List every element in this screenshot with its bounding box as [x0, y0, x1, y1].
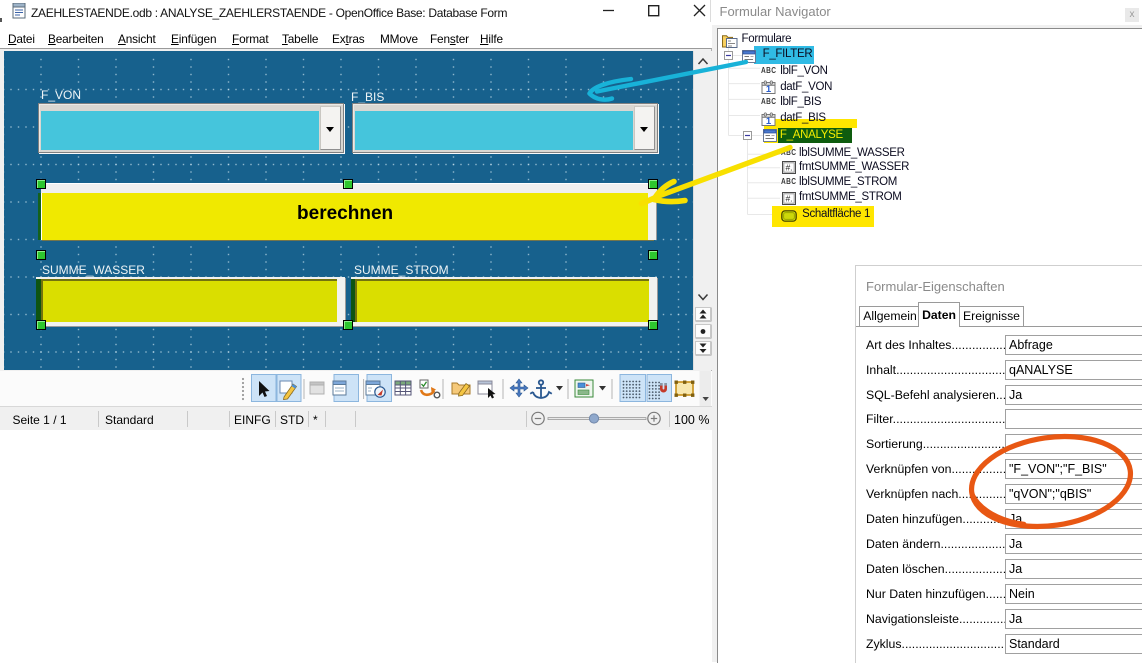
svg-text:1: 1 — [765, 116, 771, 126]
svg-text:#.: #. — [786, 162, 793, 172]
svg-text:#.: #. — [786, 194, 793, 204]
svg-text:1: 1 — [765, 84, 771, 94]
